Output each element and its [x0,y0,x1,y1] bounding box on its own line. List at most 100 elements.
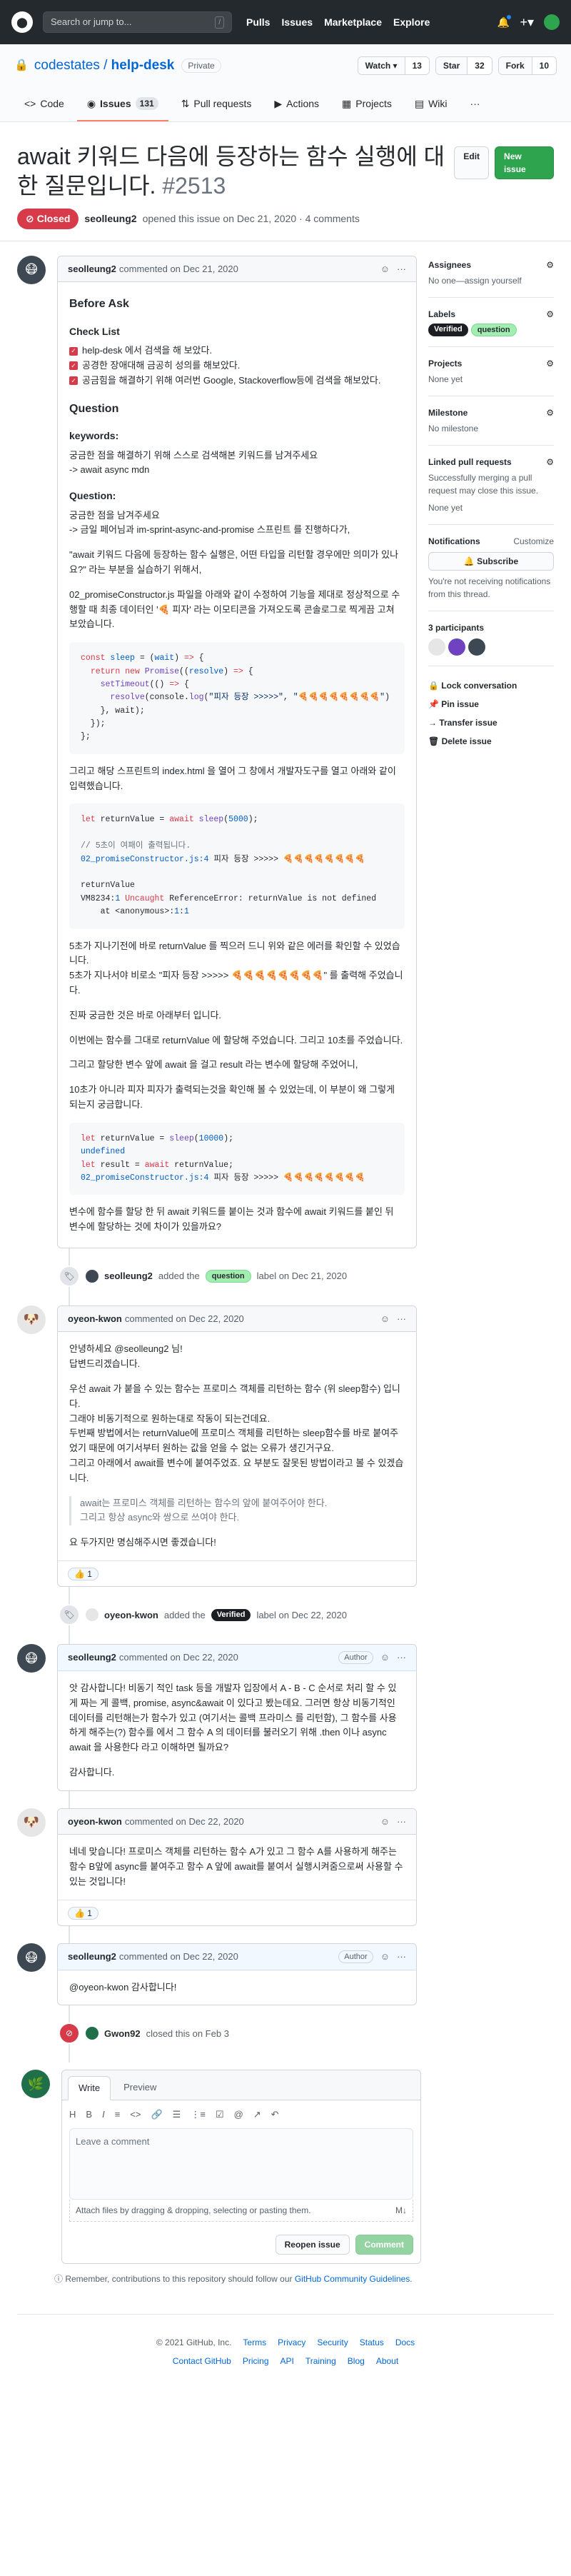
comment-author-link[interactable]: oyeon-kwon [68,1312,122,1326]
task-list-icon[interactable]: ☑ [216,2108,224,2122]
projects-title[interactable]: Projects [428,357,462,370]
comment-date-link[interactable]: commented on Dec 22, 2020 [125,1815,244,1829]
unordered-list-icon[interactable]: ☰ [173,2108,181,2122]
search-input[interactable]: Search or jump to... / [43,11,232,33]
smiley-icon[interactable]: ☺ [380,1312,390,1326]
nav-explore[interactable]: Explore [393,15,430,30]
footer-link-privacy[interactable]: Privacy [278,2336,305,2349]
assignees-value[interactable]: No one—assign yourself [428,274,554,287]
code-icon[interactable]: <> [130,2108,141,2122]
nav-pulls[interactable]: Pulls [246,15,270,30]
nav-issues[interactable]: Issues [281,15,313,30]
tab-projects[interactable]: ▦ Projects [332,91,402,121]
thumbs-up-reaction[interactable]: 👍 1 [68,1567,98,1580]
avatar[interactable]: 😷 [17,1943,46,1973]
kebab-icon[interactable]: ··· [397,1312,406,1326]
comment-author-link[interactable]: seolleung2 [68,1950,116,1964]
milestone-title[interactable]: Milestone [428,406,468,419]
markdown-icon[interactable]: M↓ [395,2204,407,2217]
label-verified[interactable]: Verified [211,1609,251,1621]
event-actor-link[interactable]: Gwon92 [104,2027,141,2041]
comment-date-link[interactable]: commented on Dec 22, 2020 [125,1312,244,1326]
repo-owner-link[interactable]: codestates [34,58,100,73]
pin-issue-button[interactable]: 📌 Pin issue [428,695,554,713]
avatar[interactable]: 🐶 [17,1808,46,1837]
create-new-plus-icon[interactable]: +▾ [520,13,534,32]
footer-link-pricing[interactable]: Pricing [243,2355,269,2367]
star-label[interactable]: Star [435,57,468,75]
avatar[interactable]: 🐶 [17,1305,46,1334]
cross-reference-icon[interactable]: ↗ [253,2108,261,2122]
label-question[interactable]: question [470,323,517,337]
tab-write[interactable]: Write [68,2076,111,2100]
star-button[interactable]: Star 32 [435,56,492,76]
tab-preview[interactable]: Preview [113,2076,166,2100]
avatar[interactable]: 😷 [17,1644,46,1673]
gear-icon[interactable]: ⚙ [546,357,554,370]
tab-pull-requests[interactable]: ⇅ Pull requests [171,91,262,121]
github-logo-icon[interactable]: ⬤ [11,11,33,33]
watch-label[interactable]: Watch ▾ [358,57,405,75]
nav-marketplace[interactable]: Marketplace [324,15,382,30]
star-count[interactable]: 32 [467,57,492,75]
avatar[interactable] [86,1269,98,1283]
comment-button[interactable]: Comment [355,2235,413,2255]
footer-link-security[interactable]: Security [317,2336,348,2349]
comment-textarea[interactable]: Leave a comment [69,2128,413,2200]
avatar[interactable]: 🌿 [21,2070,50,2099]
footer-link-training[interactable]: Training [305,2355,336,2367]
footer-link-about[interactable]: About [376,2355,398,2367]
transfer-issue-button[interactable]: → Transfer issue [428,713,554,732]
participant-avatar[interactable] [468,638,485,656]
mention-icon[interactable]: @ [234,2108,243,2122]
smiley-icon[interactable]: ☺ [380,1650,390,1665]
user-avatar-menu[interactable] [544,14,560,30]
fork-label[interactable]: Fork [498,57,532,75]
community-guidelines-link[interactable]: GitHub Community Guidelines [295,2274,410,2284]
footer-link-contact[interactable]: Contact GitHub [173,2355,231,2367]
subscribe-button[interactable]: 🔔 Subscribe [428,552,554,571]
assignees-title[interactable]: Assignees [428,259,471,271]
customize-link[interactable]: Customize [513,535,554,548]
watch-count[interactable]: 13 [404,57,429,75]
comment-date-link[interactable]: commented on Dec 22, 2020 [119,1650,238,1665]
avatar[interactable] [86,1608,98,1622]
italic-icon[interactable]: I [102,2108,105,2122]
more-tabs-button[interactable]: ··· [460,91,490,121]
footer-link-status[interactable]: Status [360,2336,384,2349]
event-actor-link[interactable]: oyeon-kwon [104,1608,158,1623]
linked-prs-title[interactable]: Linked pull requests [428,456,512,468]
kebab-icon[interactable]: ··· [397,262,406,276]
comment-author-link[interactable]: seolleung2 [68,262,116,276]
watch-button[interactable]: Watch ▾ 13 [357,56,430,76]
fork-button[interactable]: Fork 10 [497,56,557,76]
event-actor-link[interactable]: seolleung2 [104,1269,153,1283]
attach-files-area[interactable]: Attach files by dragging & dropping, sel… [69,2200,413,2222]
tab-code[interactable]: <> Code [14,91,74,121]
footer-link-terms[interactable]: Terms [243,2336,266,2349]
delete-issue-button[interactable]: 🗑 Delete issue [428,732,554,751]
heading-icon[interactable]: H [69,2108,76,2122]
label-question[interactable]: question [205,1269,251,1283]
footer-link-blog[interactable]: Blog [348,2355,365,2367]
repo-name-link[interactable]: help-desk [111,58,175,73]
edit-title-button[interactable]: Edit [454,146,490,179]
new-issue-button[interactable]: New issue [495,146,554,179]
gear-icon[interactable]: ⚙ [546,406,554,419]
kebab-icon[interactable]: ··· [397,1650,406,1665]
reopen-issue-button[interactable]: Reopen issue [275,2235,350,2255]
link-icon[interactable]: 🔗 [151,2108,162,2122]
gear-icon[interactable]: ⚙ [546,308,554,321]
comment-author-link[interactable]: oyeon-kwon [68,1815,122,1829]
notifications-bell-icon[interactable]: 🔔 [497,14,512,29]
comment-author-link[interactable]: seolleung2 [68,1650,116,1665]
kebab-icon[interactable]: ··· [397,1950,406,1964]
smiley-icon[interactable]: ☺ [380,1950,390,1964]
fork-count[interactable]: 10 [531,57,556,75]
saved-replies-icon[interactable]: ↶ [271,2108,279,2122]
labels-title[interactable]: Labels [428,308,455,321]
avatar[interactable] [86,2027,98,2040]
footer-link-api[interactable]: API [281,2355,294,2367]
smiley-icon[interactable]: ☺ [380,1815,390,1829]
ordered-list-icon[interactable]: ⋮≡ [191,2108,206,2122]
